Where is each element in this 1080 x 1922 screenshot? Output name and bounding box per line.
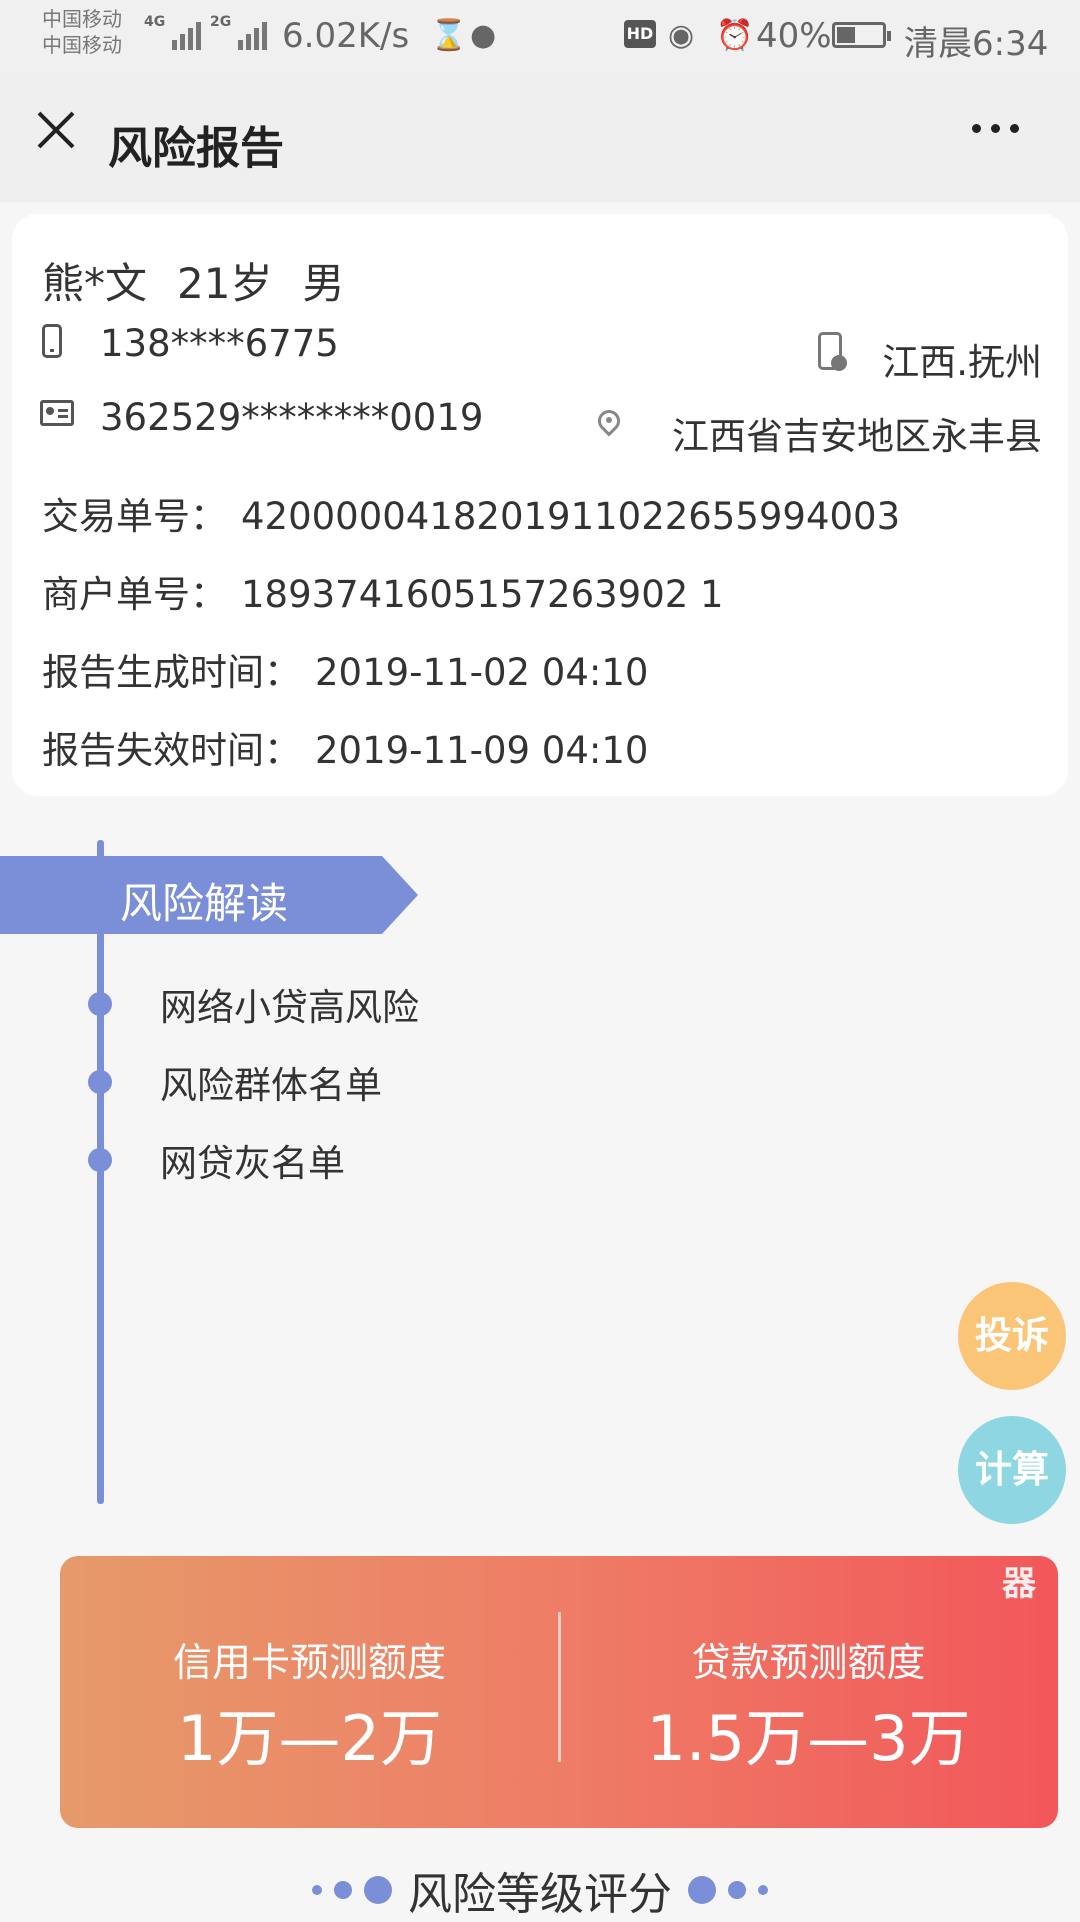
signal-2g-icon: 2G [210, 14, 268, 50]
risk-item-label: 风险群体名单 [160, 1064, 382, 1107]
transaction-number-row: 交易单号： 4200000418201911022655994003 [42, 486, 900, 540]
carrier-names: 中国移动 中国移动 [42, 6, 122, 58]
carrier-2: 中国移动 [42, 33, 122, 57]
field-value: 4200000418201911022655994003 [241, 495, 901, 538]
location-pin-icon [598, 410, 622, 440]
person-gender: 男 [302, 259, 345, 308]
dot-icon [334, 1881, 352, 1899]
risk-item: 网贷灰名单 [88, 1140, 345, 1185]
risk-item-label: 网贷灰名单 [160, 1142, 345, 1185]
eye-icon: ◉ [668, 18, 695, 53]
dot-icon [312, 1885, 322, 1895]
loan-label: 贷款预测额度 [691, 1641, 926, 1686]
credit-card-label: 信用卡预测额度 [172, 1641, 446, 1686]
signal-4g-icon: 4G [144, 14, 202, 50]
profile-card: 熊*文 21岁 男 138****6775 362529********0019… [12, 214, 1068, 796]
field-label: 交易单号： [42, 495, 227, 538]
person-name: 熊*文 [42, 259, 148, 308]
phone-number: 138****6775 [100, 322, 339, 365]
risk-item-label: 网络小贷高风险 [160, 986, 419, 1029]
timeline-dot-icon [88, 1148, 112, 1172]
network-speed: 6.02K/s [282, 16, 410, 56]
id-location: 江西省吉安地区永丰县 [672, 415, 1042, 458]
complain-button[interactable]: 投诉 [958, 1282, 1066, 1390]
credit-card-value: 1万—2万 [177, 1702, 442, 1775]
risk-heading-banner: 风险解读 [0, 856, 382, 934]
battery-percent: 40% [756, 16, 832, 56]
risk-item: 网络小贷高风险 [88, 984, 419, 1029]
report-created-row: 报告生成时间： 2019-11-02 04:10 [42, 642, 648, 696]
carrier-1: 中国移动 [42, 7, 122, 31]
calculator-button[interactable]: 计算 [958, 1416, 1066, 1524]
phone-icon [42, 324, 62, 358]
timeline-dot-icon [88, 992, 112, 1016]
alarm-icon: ⏰ [716, 18, 754, 53]
section-title: 风险等级评分 [408, 1869, 672, 1920]
field-label: 报告生成时间： [42, 651, 301, 694]
dot-icon [758, 1885, 768, 1895]
hd-icon: HD [624, 20, 656, 48]
id-number: 362529********0019 [100, 396, 484, 439]
dot-icon [728, 1881, 746, 1899]
loan-value: 1.5万—3万 [646, 1702, 971, 1775]
merchant-number-row: 商户单号： 1893741605157263902 1 [42, 564, 724, 618]
report-expires-row: 报告失效时间： 2019-11-09 04:10 [42, 720, 648, 774]
clock: 清晨6:34 [904, 24, 1049, 64]
person-age: 21岁 [177, 259, 273, 308]
field-value: 2019-11-09 04:10 [315, 729, 649, 772]
risk-item: 风险群体名单 [88, 1062, 382, 1107]
phone-location-icon [818, 332, 847, 371]
phone-location: 江西.抚州 [882, 341, 1042, 384]
page-title: 风险报告 [108, 123, 284, 174]
dot-icon [364, 1876, 392, 1904]
battery-icon [832, 22, 891, 48]
loan-quota: 贷款预测额度 1.5万—3万 [559, 1556, 1058, 1828]
timeline-dot-icon [88, 1070, 112, 1094]
field-label: 报告失效时间： [42, 729, 301, 772]
quota-card: 器 信用卡预测额度 1万—2万 贷款预测额度 1.5万—3万 [60, 1556, 1058, 1828]
more-options-icon[interactable] [972, 118, 1032, 138]
banner-arrow-icon [382, 856, 418, 934]
id-card-icon [40, 400, 74, 426]
close-icon[interactable] [28, 102, 84, 158]
nav-bar: 风险报告 [0, 78, 1080, 202]
field-label: 商户单号： [42, 573, 227, 616]
section-heading: 风险等级评分 [0, 1860, 1080, 1920]
person-summary: 熊*文 21岁 男 [42, 250, 344, 311]
field-value: 2019-11-02 04:10 [315, 651, 649, 694]
risk-heading: 风险解读 [120, 879, 289, 928]
chat-bubble-icon: ● [470, 18, 497, 53]
dot-icon [688, 1876, 716, 1904]
credit-card-quota: 信用卡预测额度 1万—2万 [60, 1556, 559, 1828]
status-bar: 中国移动 中国移动 4G 2G 6.02K/s ⌛ ● HD ◉ ⏰ 40% 清… [0, 0, 1080, 78]
field-value: 1893741605157263902 1 [241, 573, 724, 616]
hourglass-icon: ⌛ [430, 18, 468, 53]
